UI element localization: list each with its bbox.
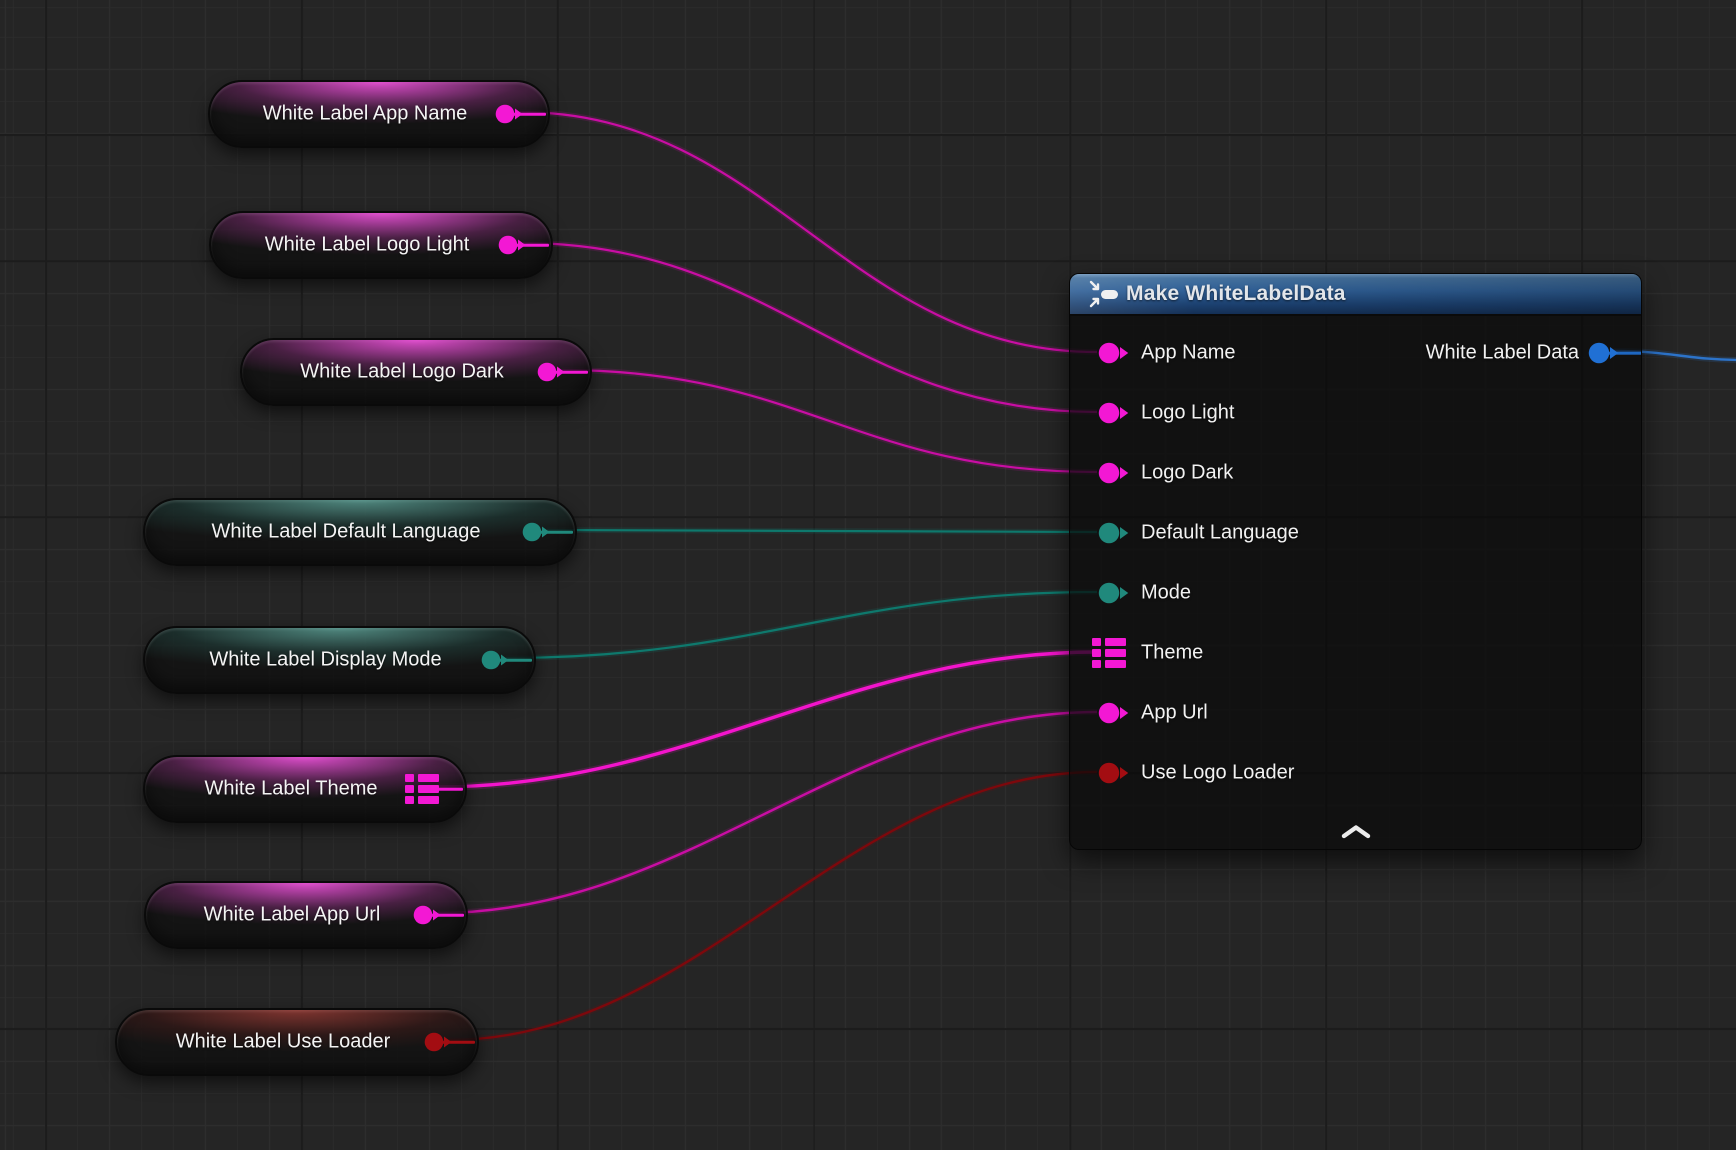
make-whitelabeldata-node[interactable]: Make WhiteLabelData App NameLogo LightLo… <box>1069 273 1642 850</box>
input-pin-label: Use Logo Loader <box>1141 762 1294 785</box>
variable-getter-label: White Label Logo Light <box>241 234 493 257</box>
variable-getter-node-logo-light[interactable]: White Label Logo Light <box>209 211 553 279</box>
input-pin-label: Logo Light <box>1141 402 1234 425</box>
node-header[interactable]: Make WhiteLabelData <box>1070 274 1641 316</box>
output-pin-label: White Label Data <box>1426 342 1579 365</box>
input-pin-label: Mode <box>1141 582 1191 605</box>
node-layer: Make WhiteLabelData App NameLogo LightLo… <box>0 0 1736 1150</box>
variable-getter-label: White Label Default Language <box>175 521 517 544</box>
variable-getter-node-theme[interactable]: White Label Theme <box>143 755 467 823</box>
output-pin[interactable] <box>522 522 552 542</box>
variable-getter-label: White Label Logo Dark <box>272 361 532 384</box>
input-pin[interactable] <box>1098 582 1131 604</box>
variable-getter-node-app-name[interactable]: White Label App Name <box>208 80 550 148</box>
variable-getter-node-app-url[interactable]: White Label App Url <box>144 881 468 949</box>
output-pin[interactable] <box>413 905 443 925</box>
input-pin-struct-icon[interactable] <box>1092 638 1126 668</box>
input-pin-row: Logo Dark <box>1070 443 1641 503</box>
input-pin-label: App Url <box>1141 702 1208 725</box>
input-pin-row: Theme <box>1070 623 1641 683</box>
input-pin[interactable] <box>1098 762 1131 784</box>
output-pin[interactable] <box>498 235 528 255</box>
variable-getter-label: White Label Display Mode <box>175 649 476 672</box>
output-pin[interactable] <box>537 362 567 382</box>
variable-getter-node-default-language[interactable]: White Label Default Language <box>143 498 577 566</box>
input-pin-row: Default Language <box>1070 503 1641 563</box>
input-pin-label: Logo Dark <box>1141 462 1233 485</box>
input-pin-row: Logo Light <box>1070 383 1641 443</box>
output-pin[interactable] <box>495 104 525 124</box>
output-pin-struct-icon[interactable] <box>405 774 439 804</box>
make-struct-icon <box>1088 280 1120 308</box>
variable-getter-label: White Label Theme <box>175 778 407 801</box>
input-pin-label: Default Language <box>1141 522 1299 545</box>
node-title: Make WhiteLabelData <box>1126 282 1346 306</box>
variable-getter-label: White Label App Name <box>240 103 490 126</box>
variable-getter-node-display-mode[interactable]: White Label Display Mode <box>143 626 536 694</box>
input-pin-row: Use Logo Loader <box>1070 743 1641 803</box>
output-pin[interactable] <box>424 1032 454 1052</box>
input-pin-row: Mode <box>1070 563 1641 623</box>
output-pin[interactable] <box>481 650 511 670</box>
input-pin-label: Theme <box>1141 642 1203 665</box>
input-pin[interactable] <box>1098 522 1131 544</box>
variable-getter-label: White Label App Url <box>176 904 408 927</box>
input-pin-row: App Url <box>1070 683 1641 743</box>
variable-getter-label: White Label Use Loader <box>147 1031 419 1054</box>
output-pin[interactable] <box>1588 342 1621 364</box>
collapse-chevron-button[interactable] <box>1331 822 1381 841</box>
input-pin[interactable] <box>1098 462 1131 484</box>
variable-getter-node-logo-dark[interactable]: White Label Logo Dark <box>240 338 592 406</box>
variable-getter-node-use-loader[interactable]: White Label Use Loader <box>115 1008 479 1076</box>
output-pin-row: White Label Data <box>1070 323 1641 383</box>
input-pin[interactable] <box>1098 702 1131 724</box>
input-pin[interactable] <box>1098 402 1131 424</box>
blueprint-graph-canvas[interactable]: Make WhiteLabelData App NameLogo LightLo… <box>0 0 1736 1150</box>
